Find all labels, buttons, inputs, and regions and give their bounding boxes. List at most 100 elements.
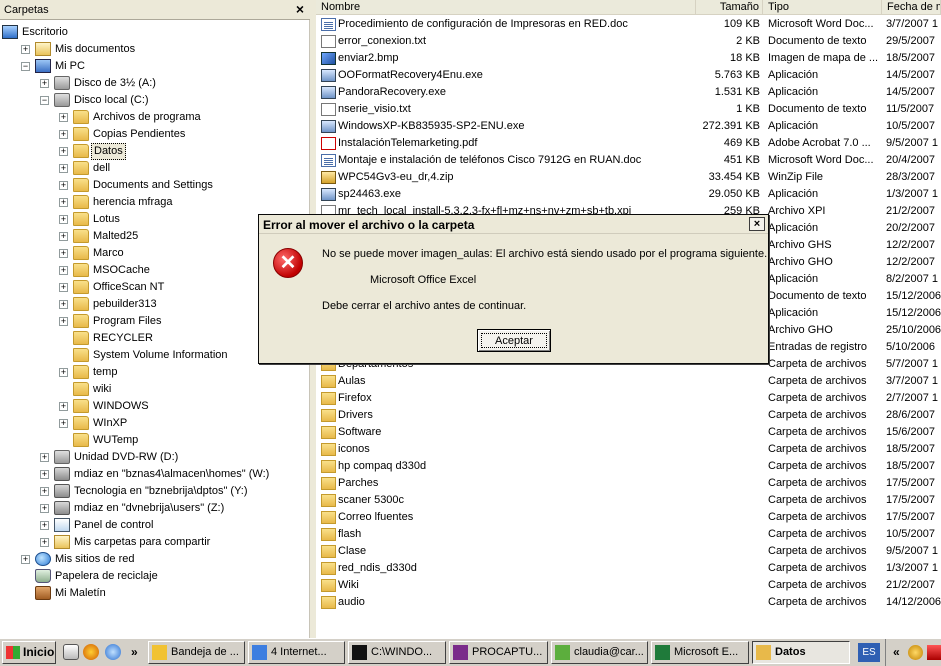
language-indicator[interactable]: ES [858, 643, 880, 662]
expand-icon[interactable]: + [59, 215, 68, 224]
tree-item[interactable]: + WInXP [0, 415, 306, 432]
expand-icon[interactable]: + [40, 79, 49, 88]
quicklaunch-chevron[interactable]: » [131, 645, 138, 659]
expand-icon[interactable]: + [40, 504, 49, 513]
file-row[interactable]: error_conexion.txt 2 KB Documento de texto… [316, 33, 941, 50]
tree-item[interactable]: + herencia mfraga [0, 194, 306, 211]
tree-item[interactable]: + Documents and Settings [0, 177, 306, 194]
tray-chevron[interactable]: « [893, 645, 900, 659]
expand-icon[interactable]: + [59, 317, 68, 326]
taskbar-button[interactable]: 4 Internet... [248, 641, 345, 664]
tree-item[interactable]: + Mis sitios de red [0, 551, 306, 568]
expand-icon[interactable]: + [40, 538, 49, 547]
tree-item[interactable]: + mdiaz en "bznas4\almacen\homes" (W:) [0, 466, 306, 483]
expand-icon[interactable]: + [59, 368, 68, 377]
clock-icon[interactable] [908, 645, 923, 660]
expand-icon[interactable]: + [59, 164, 68, 173]
tree-item[interactable]: + Panel de control [0, 517, 306, 534]
collapse-icon[interactable]: − [40, 96, 49, 105]
tree-item[interactable]: + Tecnologia en "bznebrija\dptos" (Y:) [0, 483, 306, 500]
file-row[interactable]: Montaje e instalación de teléfonos Cisco… [316, 152, 941, 169]
taskbar-button[interactable]: C:\WINDO... [348, 641, 446, 664]
expand-icon[interactable]: + [40, 521, 49, 530]
close-icon[interactable]: × [749, 217, 765, 231]
file-row[interactable]: Software Carpeta de archivos 15/6/2007 [316, 424, 941, 441]
tree-item[interactable]: + Copias Pendientes [0, 126, 306, 143]
taskbar-button[interactable]: Microsoft E... [651, 641, 749, 664]
expand-icon[interactable]: + [59, 181, 68, 190]
tree-item[interactable]: + Unidad DVD-RW (D:) [0, 449, 306, 466]
tree-item[interactable]: + mdiaz en "dvnebrija\users" (Z:) [0, 500, 306, 517]
expand-icon[interactable]: + [40, 487, 49, 496]
file-row[interactable]: flash Carpeta de archivos 10/5/2007 [316, 526, 941, 543]
start-button[interactable]: Inicio [2, 641, 56, 664]
expand-icon[interactable]: + [59, 300, 68, 309]
file-row[interactable]: Firefox Carpeta de archivos 2/7/2007 1 [316, 390, 941, 407]
antivirus-icon[interactable] [927, 645, 941, 660]
file-row[interactable]: Aulas Carpeta de archivos 3/7/2007 1 [316, 373, 941, 390]
file-row[interactable]: WindowsXP-KB835935-SP2-ENU.exe 272.391 KB… [316, 118, 941, 135]
tree-item[interactable]: wiki [0, 381, 306, 398]
taskbar-button[interactable]: Datos [752, 641, 850, 664]
file-row[interactable]: iconos Carpeta de archivos 18/5/2007 [316, 441, 941, 458]
show-desktop-icon[interactable] [63, 644, 79, 660]
tree-item[interactable]: Papelera de reciclaje [0, 568, 306, 585]
taskbar-button[interactable]: Bandeja de ... [148, 641, 245, 664]
expand-icon[interactable]: + [59, 266, 68, 275]
expand-icon[interactable]: + [59, 198, 68, 207]
file-row[interactable]: Parches Carpeta de archivos 17/5/2007 [316, 475, 941, 492]
tree-item[interactable]: + Mis carpetas para compartir [0, 534, 306, 551]
expand-icon[interactable]: + [40, 453, 49, 462]
tree-item[interactable]: WUTemp [0, 432, 306, 449]
taskbar-button[interactable]: claudia@car... [551, 641, 648, 664]
expand-icon[interactable]: + [59, 147, 68, 156]
tree-item[interactable]: + Datos [0, 143, 306, 160]
expand-icon[interactable]: + [21, 45, 30, 54]
tree-item[interactable]: + dell [0, 160, 306, 177]
tree-item[interactable]: Escritorio [0, 24, 306, 41]
expand-icon[interactable]: + [59, 402, 68, 411]
collapse-icon[interactable]: − [21, 62, 30, 71]
tree-item[interactable]: + Archivos de programa [0, 109, 306, 126]
column-header-date[interactable]: Fecha de m [882, 0, 941, 15]
expand-icon[interactable]: + [59, 419, 68, 428]
file-row[interactable]: red_ndis_d330d Carpeta de archivos 1/3/200… [316, 560, 941, 577]
expand-icon[interactable]: + [59, 283, 68, 292]
tree-item[interactable]: + Disco de 3½ (A:) [0, 75, 306, 92]
media-player-icon[interactable] [83, 644, 99, 660]
taskbar-button[interactable]: PROCAPTU... [449, 641, 548, 664]
file-row[interactable]: Clase Carpeta de archivos 9/5/2007 1 [316, 543, 941, 560]
expand-icon[interactable]: + [40, 470, 49, 479]
column-header-type[interactable]: Tipo [763, 0, 882, 15]
file-row[interactable]: hp compaq d330d Carpeta de archivos 18/5/2… [316, 458, 941, 475]
tree-item[interactable]: Mi Maletín [0, 585, 306, 602]
expand-icon[interactable]: + [59, 232, 68, 241]
file-row[interactable]: audio Carpeta de archivos 14/12/2006 [316, 594, 941, 611]
column-header-size[interactable]: Tamaño [696, 0, 763, 15]
expand-icon[interactable]: + [59, 249, 68, 258]
file-row[interactable]: scaner 5300c Carpeta de archivos 17/5/2007 [316, 492, 941, 509]
expand-icon[interactable]: + [21, 555, 30, 564]
file-row[interactable]: Procedimiento de configuración de Impres… [316, 16, 941, 33]
file-row[interactable]: sp24463.exe 29.050 KB Aplicación 1/3/2007 1 [316, 186, 941, 203]
tree-item[interactable]: + WINDOWS [0, 398, 306, 415]
file-row[interactable]: PandoraRecovery.exe 1.531 KB Aplicación 14/… [316, 84, 941, 101]
tree-item[interactable]: − Mi PC [0, 58, 306, 75]
file-row[interactable]: enviar2.bmp 18 KB Imagen de mapa de ... 18/… [316, 50, 941, 67]
file-row[interactable]: InstalaciónTelemarketing.pdf 469 KB Adobe … [316, 135, 941, 152]
file-row[interactable]: WPC54Gv3-eu_dr,4.zip 33.454 KB WinZip File… [316, 169, 941, 186]
tree-item[interactable]: + temp [0, 364, 306, 381]
column-header-name[interactable]: Nombre [316, 0, 696, 15]
close-icon[interactable]: × [296, 1, 304, 17]
ok-button[interactable]: Aceptar [477, 329, 551, 352]
browser-icon[interactable] [105, 644, 121, 660]
expand-icon[interactable]: + [59, 113, 68, 122]
file-row[interactable]: Wiki Carpeta de archivos 21/2/2007 [316, 577, 941, 594]
file-row[interactable]: nserie_visio.txt 1 KB Documento de texto 11… [316, 101, 941, 118]
expand-icon[interactable]: + [59, 130, 68, 139]
tree-item[interactable]: + Mis documentos [0, 41, 306, 58]
tree-item[interactable]: − Disco local (C:) [0, 92, 306, 109]
file-row[interactable]: Drivers Carpeta de archivos 28/6/2007 [316, 407, 941, 424]
file-row[interactable]: OOFormatRecovery4Enu.exe 5.763 KB Aplicaci… [316, 67, 941, 84]
file-row[interactable]: Correo lfuentes Carpeta de archivos 17/5/2… [316, 509, 941, 526]
